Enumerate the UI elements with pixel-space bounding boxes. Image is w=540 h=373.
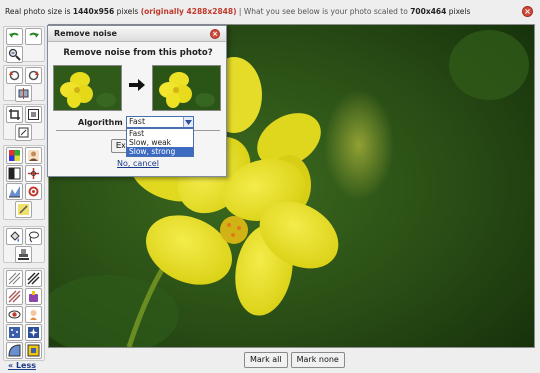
undo-icon[interactable]	[6, 28, 23, 45]
photo-info-bar: Real photo size is 1440x956 pixels (orig…	[0, 0, 540, 24]
mark-button-row: Mark all Mark none	[244, 352, 345, 368]
tool-group-crop	[3, 104, 45, 141]
algorithm-select[interactable]: Fast	[126, 116, 194, 128]
rotate-right-icon[interactable]	[25, 67, 42, 84]
gradient-icon[interactable]	[6, 288, 23, 305]
info-prefix: Real photo size is	[5, 7, 73, 16]
remove-noise-dialog: Remove noise × Remove noise from this ph…	[47, 25, 227, 177]
brush-icon[interactable]	[25, 288, 42, 305]
hatch-dark-icon[interactable]	[25, 270, 42, 287]
sharpen-icon[interactable]	[25, 165, 42, 182]
algorithm-options-list: Fast Slow, weak Slow, strong	[126, 128, 194, 157]
light-icon[interactable]	[25, 306, 42, 323]
tool-group-color	[3, 145, 45, 220]
tool-group-select	[3, 226, 45, 263]
tool-group-rotate	[3, 65, 45, 102]
zoom-icon[interactable]	[6, 46, 23, 63]
info-suffix: pixels	[446, 7, 471, 16]
dialog-heading: Remove noise from this photo?	[63, 48, 213, 58]
text-icon[interactable]	[25, 342, 42, 359]
algorithm-selected-value: Fast	[129, 117, 146, 126]
resize-icon[interactable]	[25, 106, 42, 123]
algorithm-label: Algorithm	[78, 118, 123, 127]
option-slow-strong[interactable]: Slow, strong	[127, 147, 193, 156]
pencil-icon[interactable]	[15, 201, 32, 218]
after-thumbnail	[152, 65, 221, 111]
arrow-right-icon	[129, 79, 145, 91]
cancel-link[interactable]: No, cancel	[48, 159, 228, 168]
tool-group-effects	[3, 268, 45, 361]
option-slow-weak[interactable]: Slow, weak	[127, 138, 193, 147]
option-fast[interactable]: Fast	[127, 129, 193, 138]
dialog-title: Remove noise	[48, 26, 226, 42]
chevron-down-icon[interactable]	[183, 117, 193, 127]
mark-all-button[interactable]: Mark all	[244, 352, 288, 368]
red-eye-icon[interactable]	[6, 306, 23, 323]
hatch-light-icon[interactable]	[6, 270, 23, 287]
tool-group-history	[3, 26, 45, 63]
rotate-left-icon[interactable]	[6, 67, 23, 84]
levels-icon[interactable]	[6, 183, 23, 200]
pixels-word: pixels	[114, 7, 141, 16]
portrait-icon[interactable]	[25, 147, 42, 164]
sparkle-icon[interactable]	[25, 324, 42, 341]
target-icon[interactable]	[25, 183, 42, 200]
info-middle: | What you see below is your photo scale…	[236, 7, 411, 16]
noise-icon[interactable]	[6, 324, 23, 341]
clone-stamp-icon[interactable]	[15, 246, 32, 263]
contrast-icon[interactable]	[6, 165, 23, 182]
lasso-icon[interactable]	[25, 228, 42, 245]
scaled-size: 700x464	[410, 7, 447, 16]
dialog-close-icon[interactable]: ×	[210, 29, 220, 39]
real-size: 1440x956	[72, 7, 115, 16]
frame-icon[interactable]	[6, 342, 23, 359]
redo-icon[interactable]	[25, 28, 42, 45]
tool-palette	[3, 24, 45, 372]
original-size: (originally 4288x2848)	[140, 7, 237, 16]
mark-none-button[interactable]: Mark none	[290, 352, 345, 368]
less-link[interactable]: « Less	[8, 361, 36, 370]
crop-icon[interactable]	[6, 106, 23, 123]
straighten-icon[interactable]	[15, 124, 32, 141]
flip-icon[interactable]	[15, 85, 32, 102]
close-icon[interactable]: ×	[522, 6, 533, 17]
before-thumbnail	[53, 65, 122, 111]
color-palette-icon[interactable]	[6, 147, 23, 164]
paint-bucket-icon[interactable]	[6, 228, 23, 245]
